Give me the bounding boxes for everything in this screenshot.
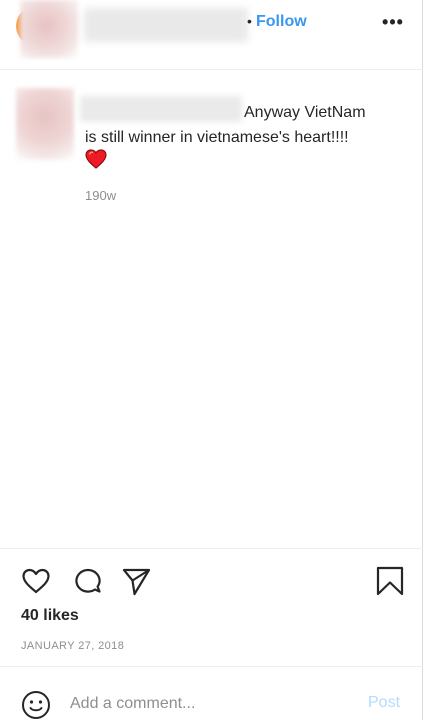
post-date[interactable]: JANUARY 27, 2018 xyxy=(21,640,124,652)
caption-author-avatar[interactable] xyxy=(16,88,74,160)
comment-bubble-icon[interactable] xyxy=(72,565,104,597)
bookmark-icon[interactable] xyxy=(374,565,406,597)
caption-line-1: Anyway VietNam xyxy=(244,104,366,121)
author-username-redacted[interactable] xyxy=(84,8,248,42)
more-options-icon[interactable]: ••• xyxy=(378,10,408,34)
post-panel: • Follow ••• Anyway VietNam is still win… xyxy=(0,0,423,720)
likes-count[interactable]: 40 likes xyxy=(21,607,79,625)
follow-button[interactable]: Follow xyxy=(256,13,307,31)
comment-bar: Post xyxy=(0,666,423,720)
paper-plane-icon[interactable] xyxy=(120,565,152,597)
heart-outline-icon[interactable] xyxy=(20,565,52,597)
smiley-icon[interactable] xyxy=(21,690,51,720)
red-heart-icon xyxy=(85,149,107,169)
post-button[interactable]: Post xyxy=(368,694,400,712)
separator-dot: • xyxy=(247,13,252,29)
post-header: • Follow ••• xyxy=(0,0,423,70)
comment-input[interactable] xyxy=(70,691,350,717)
caption-text: Anyway VietNam is still winner in vietna… xyxy=(85,100,395,150)
author-avatar[interactable] xyxy=(20,0,78,58)
caption-line-2: is still winner in vietnamese's heart!!!… xyxy=(85,129,349,146)
caption-timestamp[interactable]: 190w xyxy=(85,188,116,203)
